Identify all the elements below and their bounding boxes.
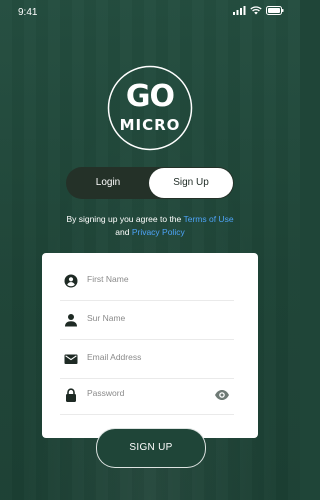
signal-icon	[233, 6, 246, 15]
privacy-policy-link[interactable]: Privacy Policy	[132, 227, 185, 237]
terms-prefix: By signing up you agree to the	[66, 214, 184, 224]
eye-icon[interactable]	[214, 387, 230, 403]
app-screen: 9:41 GO MICRO Login Sign Up By signing u…	[0, 0, 300, 500]
status-icons	[233, 6, 284, 15]
password-field[interactable]	[60, 378, 234, 415]
first-name-field[interactable]	[60, 264, 234, 301]
email-field[interactable]	[60, 342, 234, 379]
tab-login[interactable]: Login	[66, 167, 150, 199]
person-icon	[65, 314, 77, 327]
auth-mode-toggle: Login Sign Up	[66, 167, 234, 199]
sign-up-button[interactable]: SIGN UP	[96, 428, 206, 468]
password-input[interactable]	[87, 388, 217, 398]
app-logo: GO MICRO	[107, 65, 193, 151]
signup-form-card	[42, 253, 258, 438]
tab-sign-up[interactable]: Sign Up	[149, 168, 233, 198]
mail-icon	[64, 354, 78, 364]
wifi-icon	[250, 6, 262, 15]
sur-name-field[interactable]	[60, 303, 234, 340]
terms-of-use-link[interactable]: Terms of Use	[183, 214, 233, 224]
sur-name-input[interactable]	[87, 313, 217, 323]
lock-icon	[66, 388, 76, 402]
logo-line-micro: MICRO	[119, 116, 181, 134]
status-bar: 9:41	[0, 0, 300, 24]
battery-icon	[266, 6, 284, 15]
account-circle-icon	[64, 274, 78, 288]
terms-middle: and	[115, 227, 132, 237]
logo-wordmark: GO MICRO	[107, 65, 193, 151]
first-name-input[interactable]	[87, 274, 217, 284]
email-input[interactable]	[87, 352, 217, 362]
terms-notice: By signing up you agree to the Terms of …	[40, 213, 260, 239]
status-time: 9:41	[18, 7, 38, 18]
logo-line-go: GO	[125, 79, 175, 114]
